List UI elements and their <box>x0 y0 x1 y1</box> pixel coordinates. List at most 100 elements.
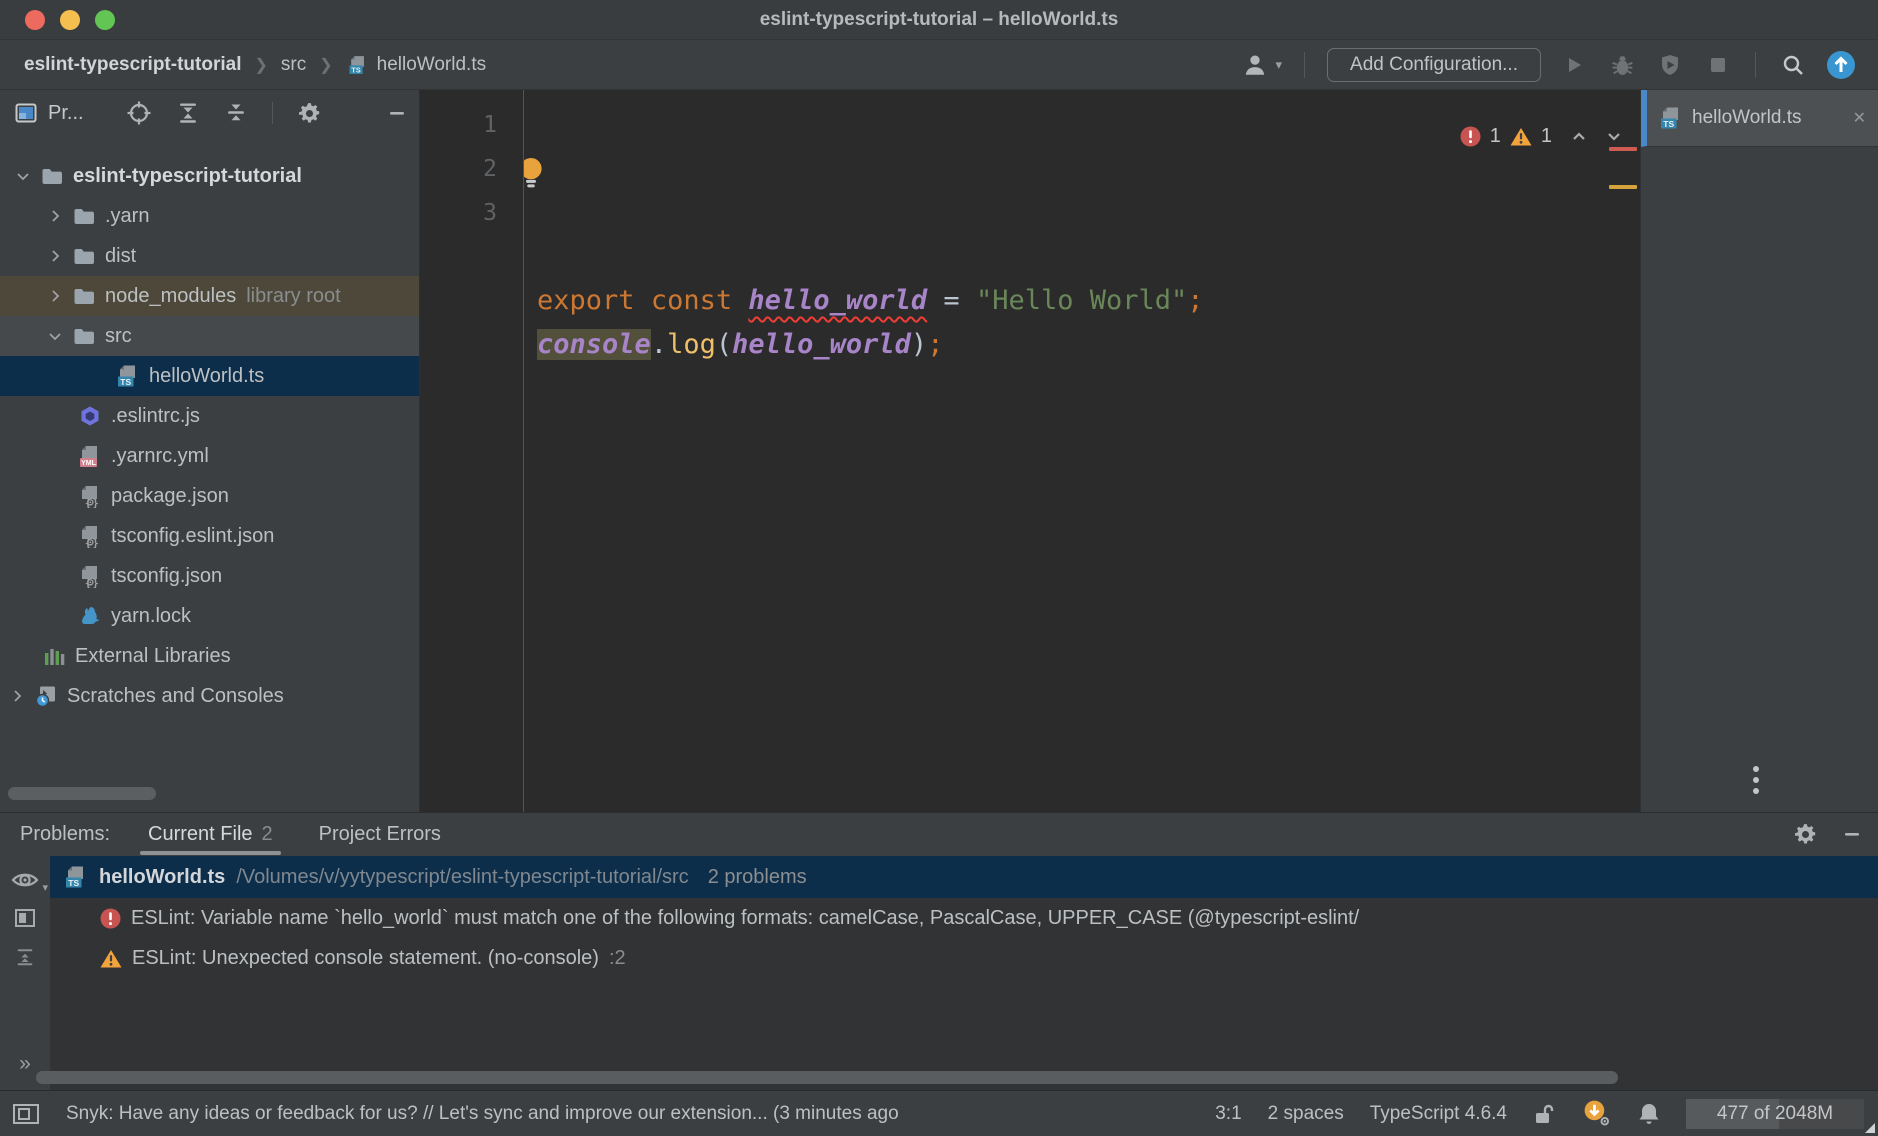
code-token: "Hello World" <box>976 285 1187 316</box>
tree-item-eslint-typescript-tutorial[interactable]: eslint-typescript-tutorial <box>0 156 419 196</box>
svg-text:}: } <box>92 577 99 589</box>
error-stripe-mark[interactable] <box>1609 147 1637 151</box>
tree-item-package-json[interactable]: {}package.json <box>0 476 419 516</box>
breadcrumb-item-src[interactable]: src <box>281 54 306 76</box>
problem-item-warning[interactable]: ESLint: Unexpected console statement. (n… <box>50 938 1878 978</box>
expand-collapse-icon[interactable] <box>14 946 36 968</box>
debug-icon[interactable] <box>1607 50 1637 80</box>
tree-item-node-modules[interactable]: node_moduleslibrary root <box>0 276 419 316</box>
problems-count: 2 problems <box>708 866 807 889</box>
notifications-icon[interactable] <box>1638 1102 1660 1126</box>
user-icon[interactable] <box>1240 50 1270 80</box>
run-toolbar: ▾ Add Configuration... <box>1240 48 1878 82</box>
ide-window: eslint-typescript-tutorial – helloWorld.… <box>0 0 1878 1136</box>
open-in-preview-icon[interactable] <box>13 906 37 930</box>
tree-item-tsconfig-json[interactable]: {}tsconfig.json <box>0 556 419 596</box>
project-tool-window: Pr... eslint-typescript-tutorial .yarndis… <box>0 90 420 812</box>
chevron-down-icon: ▾ <box>1276 57 1283 73</box>
chevron-right-icon[interactable] <box>46 208 64 224</box>
chevron-right-icon[interactable] <box>46 248 64 264</box>
line-number[interactable]: 1 <box>420 103 497 147</box>
lock-icon[interactable] <box>1533 1102 1555 1126</box>
more-options-icon[interactable] <box>1753 766 1759 794</box>
line-number[interactable]: 3 <box>420 191 497 235</box>
indent-style[interactable]: 2 spaces <box>1268 1103 1344 1125</box>
chevron-right-icon[interactable] <box>8 688 26 704</box>
caret-position[interactable]: 3:1 <box>1215 1103 1241 1125</box>
line-number[interactable]: 2 <box>420 147 497 191</box>
breadcrumb-item-eslint-typescript-tutorial[interactable]: eslint-typescript-tutorial <box>24 54 241 76</box>
tab-project-errors[interactable]: Project Errors <box>319 823 441 846</box>
warning-stripe-mark[interactable] <box>1609 185 1637 189</box>
project-tree: eslint-typescript-tutorial .yarndistnode_… <box>0 136 419 716</box>
tree-item-src[interactable]: src <box>0 316 419 356</box>
project-tree-hscrollbar[interactable] <box>8 787 156 800</box>
inspection-widget[interactable]: 1 1 <box>1460 114 1622 158</box>
code-token: const <box>651 285 732 316</box>
locate-icon[interactable] <box>126 100 152 126</box>
coverage-icon[interactable] <box>1655 50 1685 80</box>
problems-hscrollbar[interactable] <box>36 1071 1618 1084</box>
close-icon[interactable]: ✕ <box>1853 108 1866 128</box>
breadcrumb-separator: ❯ <box>254 55 267 75</box>
code-token <box>732 285 748 316</box>
error-icon <box>100 908 121 929</box>
hide-icon[interactable] <box>389 111 405 116</box>
tree-item-dist[interactable]: dist <box>0 236 419 276</box>
problems-file-row[interactable]: TS helloWorld.ts /Volumes/v/yytypescript… <box>50 856 1878 898</box>
tree-item-yarnrc-yml[interactable]: YML .yarnrc.yml <box>0 436 419 476</box>
chevron-down-icon: ▾ <box>42 881 48 894</box>
tree-item-yarn[interactable]: .yarn <box>0 196 419 236</box>
svg-text:YML: YML <box>81 460 97 467</box>
run-icon[interactable] <box>1559 50 1589 80</box>
collapse-all-icon[interactable] <box>224 101 248 125</box>
sync-status-icon[interactable] <box>1581 1098 1612 1129</box>
chevron-down-icon[interactable] <box>46 328 64 344</box>
tree-item-scratches-and-consoles[interactable]: Scratches and Consoles <box>0 676 419 716</box>
code-line-2[interactable]: console.log(hello_world); <box>537 323 1640 367</box>
tree-item-label: .yarnrc.yml <box>111 445 209 468</box>
hide-panel-icon[interactable] <box>1844 832 1860 837</box>
memory-indicator[interactable]: 477 of 2048M <box>1686 1099 1864 1129</box>
file-name: helloWorld.ts <box>99 866 225 889</box>
intention-bulb-icon[interactable] <box>524 156 546 190</box>
view-options-icon[interactable]: ▾ <box>11 870 39 890</box>
editor-tab-column: TS helloWorld.ts ✕ <box>1640 90 1878 812</box>
resize-grip[interactable] <box>1865 1123 1875 1133</box>
titlebar[interactable]: eslint-typescript-tutorial – helloWorld.… <box>0 0 1878 40</box>
line-number-gutter[interactable]: 123 <box>420 90 524 812</box>
stop-icon[interactable] <box>1703 50 1733 80</box>
editor-tab-helloworld[interactable]: TS helloWorld.ts ✕ <box>1641 90 1878 147</box>
problem-text: ESLint: Unexpected console statement. (n… <box>132 947 599 970</box>
update-icon[interactable] <box>1826 50 1856 80</box>
project-panel-title[interactable]: Pr... <box>48 102 84 125</box>
tool-window-switcher-icon[interactable] <box>12 1102 40 1126</box>
tree-item-tsconfig-eslint-json[interactable]: {}tsconfig.eslint.json <box>0 516 419 556</box>
problems-settings-icon[interactable] <box>1793 822 1818 847</box>
next-problem-icon[interactable] <box>1606 130 1622 143</box>
problem-item-error[interactable]: ESLint: Variable name `hello_world` must… <box>50 898 1878 938</box>
settings-icon[interactable] <box>297 101 322 126</box>
editor[interactable]: 123 export const hello_world = "Hello Wo… <box>420 90 1640 812</box>
breadcrumb-item-helloworld-ts[interactable]: TShelloWorld.ts <box>346 53 486 77</box>
chevron-right-icon[interactable] <box>46 288 64 304</box>
tab-current-file[interactable]: Current File 2 <box>148 823 273 846</box>
code-area[interactable]: export const hello_world = "Hello World"… <box>524 90 1640 812</box>
previous-problem-icon[interactable] <box>1571 130 1587 143</box>
add-configuration-button[interactable]: Add Configuration... <box>1327 48 1541 82</box>
tree-item-yarn-lock[interactable]: yarn.lock <box>0 596 419 636</box>
tree-item-label: eslint-typescript-tutorial <box>73 165 302 188</box>
code-line-1[interactable]: export const hello_world = "Hello World"… <box>537 279 1640 323</box>
status-message[interactable]: Snyk: Have any ideas or feedback for us?… <box>66 1103 1195 1125</box>
search-icon[interactable] <box>1778 50 1808 80</box>
problems-label: Problems: <box>20 823 110 846</box>
svg-text:}: } <box>92 537 99 549</box>
tree-item-helloworld-ts[interactable]: TShelloWorld.ts <box>0 356 419 396</box>
typescript-version[interactable]: TypeScript 4.6.4 <box>1370 1103 1507 1125</box>
expand-all-icon[interactable] <box>176 101 200 125</box>
tree-item-external-libraries[interactable]: External Libraries <box>0 636 419 676</box>
chevron-down-icon[interactable] <box>14 168 32 184</box>
header-separator <box>272 102 273 124</box>
svg-text:TS: TS <box>351 65 360 74</box>
tree-item-eslintrc-js[interactable]: .eslintrc.js <box>0 396 419 436</box>
